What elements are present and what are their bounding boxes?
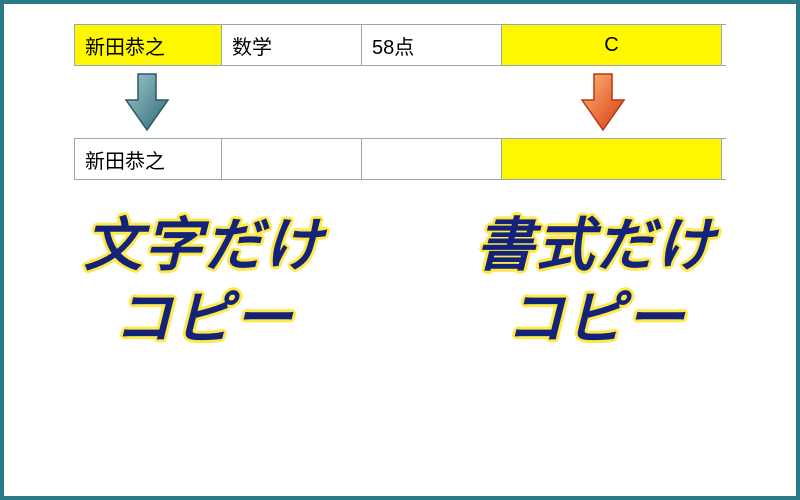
label-text-only: 文字だけ コピー [84,210,324,355]
label-left-line1: 文字だけ [84,213,324,278]
arrows-row [74,66,726,138]
label-right-line1: 書式だけ [476,213,716,278]
labels-row: 文字だけ コピー 書式だけ コピー [74,210,726,355]
dest-cell-name: 新田恭之 [74,139,222,179]
arrow-down-orange-icon [580,72,626,132]
label-left-line2: コピー [114,286,294,351]
source-row: 新田恭之 数学 58点 C [74,24,726,66]
src-cell-subject: 数学 [222,25,362,65]
src-cell-name: 新田恭之 [74,25,222,65]
dest-row: 新田恭之 [74,138,726,180]
label-format-only: 書式だけ コピー [476,210,716,355]
dest-cell-score [362,139,502,179]
arrow-down-teal-icon [124,72,170,132]
dest-cell-grade [502,139,722,179]
dest-cell-subject [222,139,362,179]
src-cell-score: 58点 [362,25,502,65]
label-right-line2: コピー [506,286,686,351]
src-cell-grade: C [502,25,722,65]
